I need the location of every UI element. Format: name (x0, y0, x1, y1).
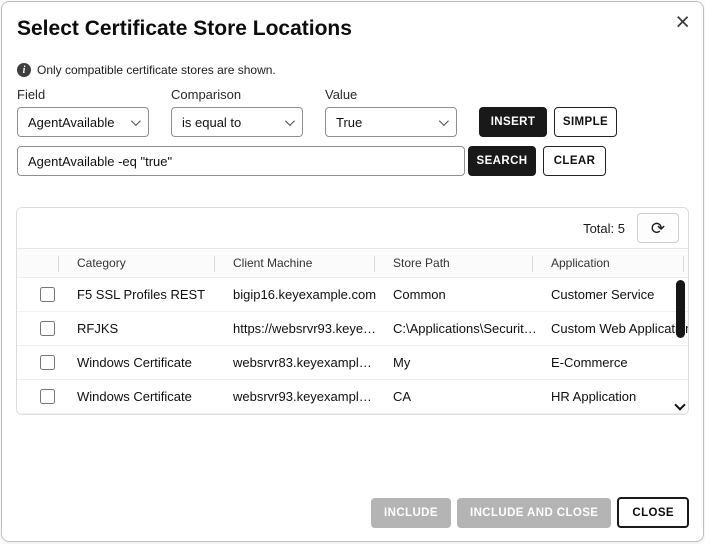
comparison-select-value: is equal to (182, 115, 241, 130)
cell-client-machine: bigip16.keyexample.com (219, 287, 379, 302)
column-header-checkbox (17, 249, 63, 277)
cell-application: Custom Web Application (537, 321, 688, 336)
search-button[interactable]: SEARCH (468, 146, 536, 176)
table-body: F5 SSL Profiles REST bigip16.keyexample.… (17, 278, 688, 414)
cell-category: Windows Certificate (63, 389, 219, 404)
scroll-down-arrow-icon[interactable] (674, 399, 685, 410)
results-table-card: Total: 5 ⟳ Category Client Machine Store… (16, 207, 689, 415)
row-checkbox[interactable] (40, 321, 55, 336)
vertical-scrollbar[interactable] (674, 280, 686, 412)
include-and-close-button[interactable]: INCLUDE AND CLOSE (457, 498, 611, 528)
column-header-store-path[interactable]: Store Path (379, 249, 537, 277)
dialog-header: Select Certificate Store Locations (2, 2, 703, 47)
table-toolbar: Total: 5 ⟳ (17, 208, 688, 248)
cell-category: RFJKS (63, 321, 219, 336)
query-builder-row-1: Field AgentAvailable Comparison is equal… (17, 87, 687, 137)
simple-button[interactable]: SIMPLE (554, 107, 617, 137)
chevron-down-icon (131, 116, 141, 126)
column-header-application[interactable]: Application (537, 249, 688, 277)
comparison-select[interactable]: is equal to (171, 107, 303, 137)
cell-application: HR Application (537, 389, 688, 404)
info-banner: i Only compatible certificate stores are… (17, 63, 687, 77)
cell-store-path: CA (379, 389, 537, 404)
table-header-row: Category Client Machine Store Path Appli… (17, 248, 688, 278)
include-button[interactable]: INCLUDE (371, 498, 451, 528)
chevron-down-icon (439, 116, 449, 126)
field-group: Field AgentAvailable (17, 87, 149, 137)
query-builder-row-2: SEARCH CLEAR (17, 146, 687, 176)
query-input[interactable] (17, 146, 465, 176)
field-select[interactable]: AgentAvailable (17, 107, 149, 137)
value-group: Value True (325, 87, 457, 137)
column-header-category[interactable]: Category (63, 249, 219, 277)
cell-category: F5 SSL Profiles REST (63, 287, 219, 302)
row-checkbox[interactable] (40, 355, 55, 370)
row-checkbox[interactable] (40, 287, 55, 302)
cell-store-path: C:\Applications\Securit… (379, 321, 537, 336)
table-row[interactable]: Windows Certificate websrvr93.keyexampl…… (17, 380, 688, 414)
column-header-client-machine[interactable]: Client Machine (219, 249, 379, 277)
insert-button[interactable]: INSERT (479, 107, 547, 137)
table-row[interactable]: RFJKS https://websrvr93.keye… C:\Applica… (17, 312, 688, 346)
total-count: Total: 5 (583, 221, 625, 236)
cell-client-machine: websrvr83.keyexampl… (219, 355, 379, 370)
cell-store-path: My (379, 355, 537, 370)
value-select[interactable]: True (325, 107, 457, 137)
search-clear-buttons: SEARCH CLEAR (468, 146, 606, 176)
field-label: Field (17, 87, 149, 102)
refresh-icon: ⟳ (651, 220, 665, 237)
dialog-title: Select Certificate Store Locations (17, 17, 685, 41)
table-row[interactable]: F5 SSL Profiles REST bigip16.keyexample.… (17, 278, 688, 312)
info-icon: i (17, 63, 31, 77)
scrollbar-thumb[interactable] (676, 280, 685, 338)
comparison-label: Comparison (171, 87, 303, 102)
cell-application: E-Commerce (537, 355, 688, 370)
cell-application: Customer Service (537, 287, 688, 302)
comparison-group: Comparison is equal to (171, 87, 303, 137)
dialog-footer: INCLUDE INCLUDE AND CLOSE CLOSE (371, 497, 689, 528)
close-icon[interactable]: × (675, 10, 690, 35)
clear-button[interactable]: CLEAR (543, 146, 606, 176)
row-checkbox[interactable] (40, 389, 55, 404)
insert-simple-buttons: INSERT SIMPLE (479, 107, 617, 137)
query-builder: Field AgentAvailable Comparison is equal… (17, 87, 687, 176)
chevron-down-icon (285, 116, 295, 126)
value-label: Value (325, 87, 457, 102)
field-select-value: AgentAvailable (28, 115, 115, 130)
select-certificate-store-dialog: Select Certificate Store Locations × i O… (1, 1, 704, 542)
table-row[interactable]: Windows Certificate websrvr83.keyexampl…… (17, 346, 688, 380)
refresh-button[interactable]: ⟳ (637, 213, 679, 243)
value-select-value: True (336, 115, 362, 130)
cell-client-machine: websrvr93.keyexampl… (219, 389, 379, 404)
close-button[interactable]: CLOSE (617, 497, 689, 528)
info-text: Only compatible certificate stores are s… (37, 63, 276, 77)
cell-category: Windows Certificate (63, 355, 219, 370)
cell-store-path: Common (379, 287, 537, 302)
cell-client-machine: https://websrvr93.keye… (219, 321, 379, 336)
